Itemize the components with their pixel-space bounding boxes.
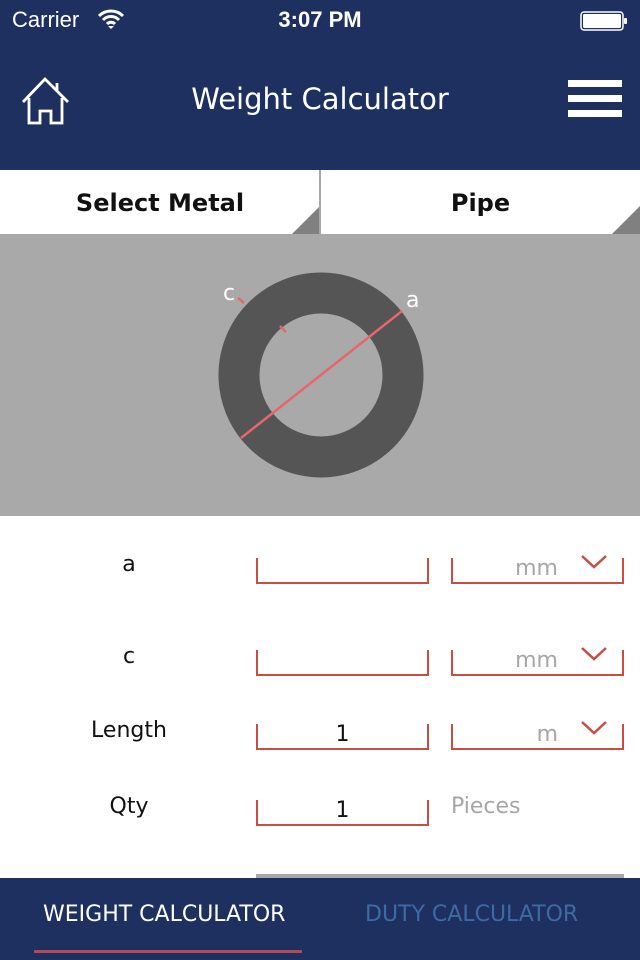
field-row-length: Length 1 m: [0, 716, 640, 756]
input-a[interactable]: [256, 558, 429, 584]
qty-unit-label: Pieces: [451, 794, 521, 819]
menu-button[interactable]: [568, 80, 622, 118]
unit-value: mm: [515, 648, 558, 673]
selector-row: Select Metal Pipe: [0, 170, 640, 234]
dropdown-corner-icon: [612, 206, 640, 234]
unit-select-length[interactable]: m: [451, 721, 624, 750]
label-a: a: [406, 288, 419, 313]
unit-select-a[interactable]: mm: [451, 555, 624, 584]
select-metal-dropdown[interactable]: Select Metal: [0, 170, 320, 234]
app-header: Weight Calculator: [0, 40, 640, 170]
field-label-qty: Qty: [109, 794, 149, 819]
clock: 3:07 PM: [278, 7, 362, 32]
select-metal-label: Select Metal: [75, 189, 245, 217]
field-label-a: a: [122, 552, 136, 577]
pipe-diagram: a c: [0, 234, 640, 516]
select-shape-label: Pipe: [450, 189, 511, 217]
field-label-length: Length: [91, 718, 167, 743]
chevron-down-icon: [581, 647, 607, 661]
unit-value: m: [536, 722, 558, 747]
page-title: Weight Calculator: [191, 82, 449, 116]
pipe-cross-section-illustration: a c: [218, 272, 424, 478]
status-bar: Carrier 3:07 PM: [0, 0, 640, 40]
battery-full-icon: [580, 11, 627, 31]
input-qty[interactable]: 1: [256, 800, 429, 826]
tab-weight-calculator[interactable]: WEIGHT CALCULATOR: [43, 902, 285, 927]
input-length[interactable]: 1: [256, 724, 429, 750]
bottom-tab-bar: WEIGHT CALCULATOR DUTY CALCULATOR: [0, 878, 640, 960]
chevron-down-icon: [581, 555, 607, 569]
field-row-qty: Qty 1 Pieces: [0, 792, 640, 832]
unit-select-c[interactable]: mm: [451, 647, 624, 676]
unit-value: mm: [515, 556, 558, 581]
active-tab-indicator: [34, 950, 302, 953]
label-c: c: [223, 281, 235, 306]
hamburger-menu-icon: [568, 110, 622, 117]
hamburger-menu-icon: [568, 80, 622, 87]
field-row-c: c mm: [0, 642, 640, 682]
input-c[interactable]: [256, 650, 429, 676]
thickness-marker-c-inner: [279, 325, 287, 333]
chevron-down-icon: [581, 721, 607, 735]
dropdown-corner-icon: [292, 206, 320, 234]
field-row-a: a mm: [0, 550, 640, 590]
field-label-c: c: [122, 644, 136, 669]
select-shape-dropdown[interactable]: Pipe: [321, 170, 640, 234]
hamburger-menu-icon: [568, 95, 622, 102]
thickness-marker-c: [237, 297, 245, 304]
tab-duty-calculator[interactable]: DUTY CALCULATOR: [365, 902, 578, 927]
